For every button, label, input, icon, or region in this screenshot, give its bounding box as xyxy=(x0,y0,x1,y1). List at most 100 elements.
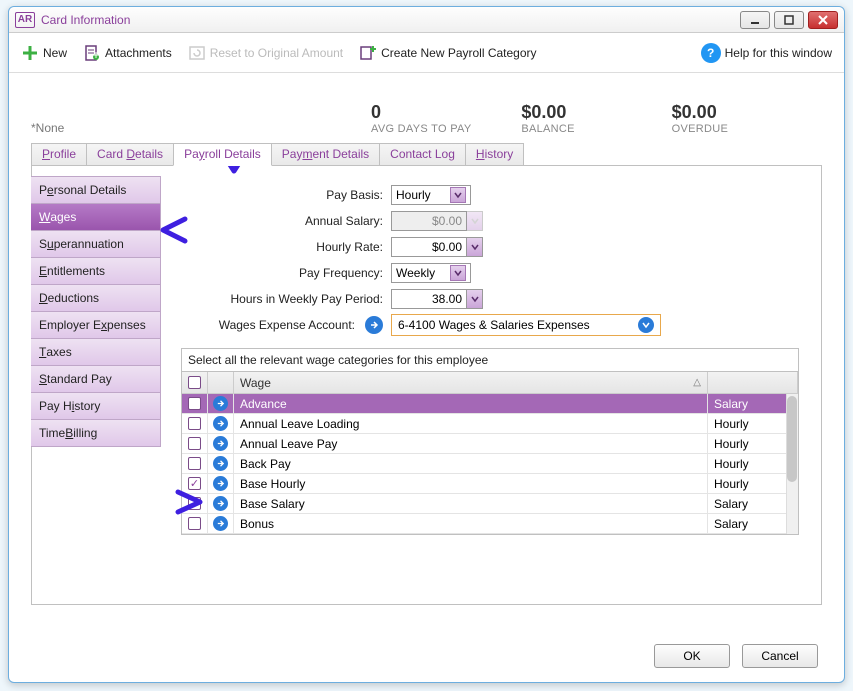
minimize-button[interactable] xyxy=(740,11,770,29)
wage-categories-table: Select all the relevant wage categories … xyxy=(181,348,799,535)
tab-card-details[interactable]: Card Details xyxy=(86,143,174,165)
row-wage-name: Back Pay xyxy=(234,454,708,473)
table-row[interactable]: Annual Leave PayHourly xyxy=(182,434,798,454)
toolbar: New + Attachments Reset to Original Amou… xyxy=(9,33,844,73)
table-row[interactable]: AdvanceSalary xyxy=(182,394,798,414)
payroll-details-panel: Personal DetailsWagesSuperannuationEntit… xyxy=(31,165,822,605)
sidetab-entitlements[interactable]: Entitlements xyxy=(31,257,161,285)
tab-profile[interactable]: Profile xyxy=(31,143,87,165)
pay-basis-label: Pay Basis: xyxy=(181,188,391,202)
row-wage-name: Base Hourly xyxy=(234,474,708,493)
spin-icon[interactable] xyxy=(467,237,483,257)
summary-row: *None 0 AVG DAYS TO PAY $0.00 BALANCE $0… xyxy=(31,73,822,143)
spin-icon[interactable] xyxy=(467,289,483,309)
stat-label: BALANCE xyxy=(521,123,671,135)
row-checkbox[interactable] xyxy=(188,497,201,510)
row-checkbox[interactable] xyxy=(188,517,201,530)
document-icon: + xyxy=(83,44,101,62)
hours-label: Hours in Weekly Pay Period: xyxy=(181,292,391,306)
titlebar: AR Card Information xyxy=(9,7,844,33)
stat-value: $0.00 xyxy=(521,102,671,123)
chevron-down-icon xyxy=(450,265,466,281)
tab-contact-log[interactable]: Contact Log xyxy=(379,143,466,165)
row-wage-name: Annual Leave Loading xyxy=(234,414,708,433)
sort-ascending-icon: △ xyxy=(693,377,701,388)
table-row[interactable]: Base HourlyHourly xyxy=(182,474,798,494)
close-button[interactable] xyxy=(808,11,838,29)
card-information-window: AR Card Information New + Attachments Re… xyxy=(8,6,845,683)
tab-payment-details[interactable]: Payment Details xyxy=(271,143,380,165)
new-button[interactable]: New xyxy=(21,44,67,62)
table-row[interactable]: Annual Leave LoadingHourly xyxy=(182,414,798,434)
col-wage-header[interactable]: Wage △ xyxy=(234,372,708,393)
row-checkbox[interactable] xyxy=(188,477,201,490)
arrow-right-icon xyxy=(213,436,228,451)
lookup-arrow-icon[interactable] xyxy=(365,316,383,334)
wages-account-input[interactable]: 6-4100 Wages & Salaries Expenses xyxy=(391,314,661,336)
stat-value: $0.00 xyxy=(672,102,822,123)
row-open-button[interactable] xyxy=(208,454,234,473)
col-checkbox[interactable] xyxy=(182,372,208,393)
scrollbar[interactable] xyxy=(786,394,798,534)
tab-payroll-details[interactable]: Payroll Details xyxy=(173,143,272,166)
row-open-button[interactable] xyxy=(208,394,234,413)
create-payroll-category-button[interactable]: Create New Payroll Category xyxy=(359,44,536,62)
wages-form: Pay Basis: Hourly Annual Salary: $0.00 H… xyxy=(161,176,807,590)
sidetab-superannuation[interactable]: Superannuation xyxy=(31,230,161,258)
create-category-label: Create New Payroll Category xyxy=(381,46,536,60)
row-wage-type: Hourly xyxy=(708,414,798,433)
sidetab-deductions[interactable]: Deductions xyxy=(31,284,161,312)
row-checkbox[interactable] xyxy=(188,397,201,410)
table-caption: Select all the relevant wage categories … xyxy=(182,349,798,371)
row-wage-type: Hourly xyxy=(708,474,798,493)
stat-overdue: $0.00 OVERDUE xyxy=(672,102,822,143)
row-checkbox[interactable] xyxy=(188,437,201,450)
payroll-side-tabs: Personal DetailsWagesSuperannuationEntit… xyxy=(31,176,161,590)
header-checkbox[interactable] xyxy=(188,376,201,389)
cancel-button[interactable]: Cancel xyxy=(742,644,818,668)
table-row[interactable]: BonusSalary xyxy=(182,514,798,534)
scrollbar-thumb[interactable] xyxy=(787,396,797,482)
row-open-button[interactable] xyxy=(208,414,234,433)
hourly-rate-input[interactable]: $0.00 xyxy=(391,237,467,257)
svg-text:+: + xyxy=(93,48,100,62)
help-button[interactable]: ? Help for this window xyxy=(701,43,832,63)
table-row[interactable]: Back PayHourly xyxy=(182,454,798,474)
pay-basis-value: Hourly xyxy=(396,188,431,202)
sidetab-pay-history[interactable]: Pay History xyxy=(31,392,161,420)
sidetab-time-billing[interactable]: Time Billing xyxy=(31,419,161,447)
stat-balance: $0.00 BALANCE xyxy=(521,102,671,143)
attachments-button[interactable]: + Attachments xyxy=(83,44,172,62)
ok-button[interactable]: OK xyxy=(654,644,730,668)
help-icon: ? xyxy=(701,43,721,63)
sidetab-employer-expenses[interactable]: Employer Expenses xyxy=(31,311,161,339)
table-row[interactable]: Base SalarySalary xyxy=(182,494,798,514)
col-go xyxy=(208,372,234,393)
row-open-button[interactable] xyxy=(208,494,234,513)
table-header: Wage △ xyxy=(182,372,798,394)
pay-frequency-select[interactable]: Weekly xyxy=(391,263,471,283)
new-label: New xyxy=(43,46,67,60)
row-open-button[interactable] xyxy=(208,434,234,453)
annual-salary-input: $0.00 xyxy=(391,211,467,231)
sidetab-taxes[interactable]: Taxes xyxy=(31,338,161,366)
sidetab-standard-pay[interactable]: Standard Pay xyxy=(31,365,161,393)
row-checkbox[interactable] xyxy=(188,417,201,430)
dialog-footer: OK Cancel xyxy=(654,644,818,668)
pay-basis-select[interactable]: Hourly xyxy=(391,185,471,205)
row-checkbox[interactable] xyxy=(188,457,201,470)
row-open-button[interactable] xyxy=(208,474,234,493)
help-label: Help for this window xyxy=(725,46,832,60)
sidetab-personal-details[interactable]: Personal Details xyxy=(31,176,161,204)
row-open-button[interactable] xyxy=(208,514,234,533)
row-wage-type: Hourly xyxy=(708,434,798,453)
arrow-right-icon xyxy=(213,456,228,471)
hours-input[interactable]: 38.00 xyxy=(391,289,467,309)
tab-history[interactable]: History xyxy=(465,143,524,165)
reset-amount-button: Reset to Original Amount xyxy=(188,44,343,62)
arrow-right-icon xyxy=(213,516,228,531)
dropdown-icon xyxy=(638,317,654,333)
col-type-header[interactable] xyxy=(708,372,798,393)
maximize-button[interactable] xyxy=(774,11,804,29)
sidetab-wages[interactable]: Wages xyxy=(31,203,161,231)
